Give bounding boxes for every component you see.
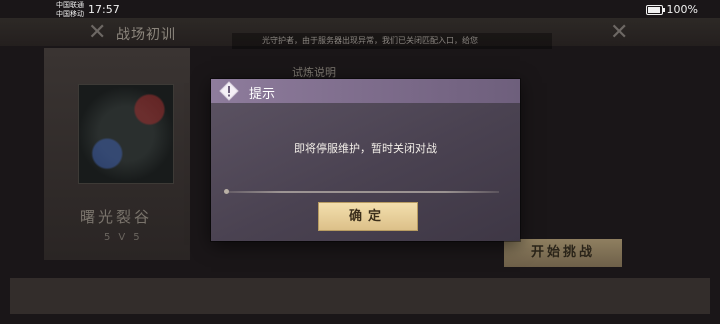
tab-instructions[interactable]: 试炼说明 xyxy=(292,64,336,80)
divider xyxy=(224,189,499,194)
page-title: 战场初训 xyxy=(116,27,176,43)
dialog-header: 提示 xyxy=(211,79,520,103)
battery-status: 100% xyxy=(645,3,698,16)
close-icon-right[interactable]: ✕ xyxy=(610,20,628,45)
dialog-message: 即将停服维护，暂时关闭对战 xyxy=(294,142,437,155)
map-thumbnail xyxy=(78,84,174,184)
notice-dialog: 提示 即将停服维护，暂时关闭对战 确定 xyxy=(211,79,520,241)
battery-icon xyxy=(645,4,665,15)
carrier-2: 中国移动 xyxy=(56,10,84,18)
status-bar: 中国联通 中国移动 17:57 100% xyxy=(0,0,720,20)
carrier-info: 中国联通 中国移动 xyxy=(56,1,84,19)
close-icon[interactable]: ✕ xyxy=(88,20,106,45)
warning-icon xyxy=(219,81,239,101)
confirm-button[interactable]: 确定 xyxy=(318,202,418,231)
battery-level: 100% xyxy=(666,3,698,16)
dialog-title: 提示 xyxy=(249,87,276,102)
game-mode: 5V5 xyxy=(104,232,148,243)
clock: 17:57 xyxy=(88,3,120,16)
bottom-panel xyxy=(10,278,710,314)
carrier-1: 中国联通 xyxy=(56,1,84,9)
map-name: 曙光裂谷 xyxy=(80,208,153,226)
start-challenge-button[interactable]: 开始挑战 xyxy=(504,239,622,267)
server-notice: 光守护者，由于服务器出现异常，我们已关闭匹配入口，给您 xyxy=(232,33,552,49)
